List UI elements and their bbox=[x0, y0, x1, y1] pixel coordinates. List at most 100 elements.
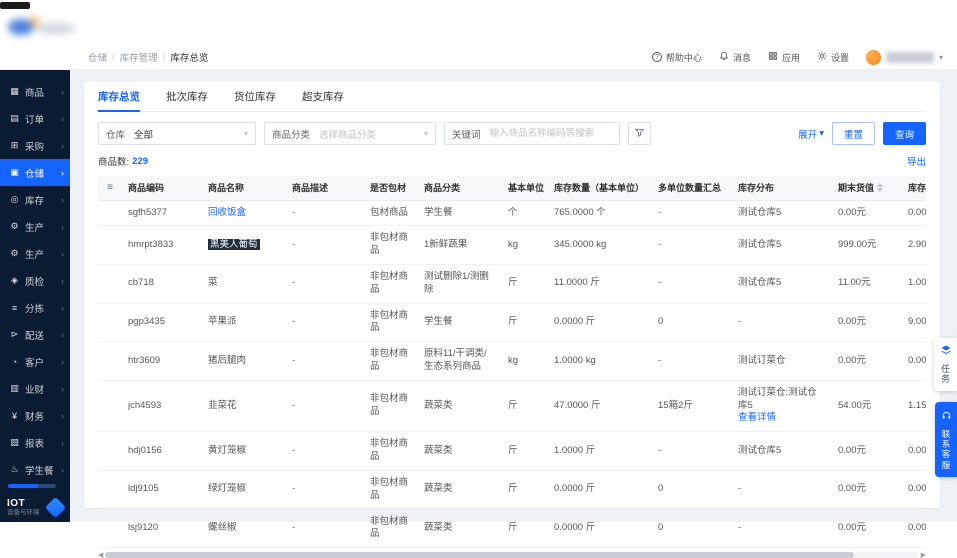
inventory-table: ≡ 商品编码 商品名称 商品描述 是否包材 商品分类 基本单位 库存数量（基本单位） 多单位数量… bbox=[98, 176, 926, 549]
tab-3[interactable]: 货位库存 bbox=[234, 82, 276, 111]
breadcrumb-item[interactable]: 库存管理 bbox=[120, 50, 158, 64]
settings-label: 设置 bbox=[830, 52, 849, 63]
cell-base-unit: 个 bbox=[502, 200, 548, 227]
table-row: sgfh5377 回收饭盒 - 包材商品 学生餐个 765.0000 个 - 测试仓库5 0.0… bbox=[98, 200, 926, 227]
goods-icon: ▦ bbox=[10, 86, 19, 96]
sidebar-item-finance[interactable]: ¥ 财务 › bbox=[0, 402, 70, 429]
reports-icon: ▧ bbox=[10, 437, 19, 447]
column-settings-icon[interactable]: ≡ bbox=[98, 176, 122, 201]
cell-distribution: 测试订菜仓 bbox=[732, 341, 832, 381]
cell-ending-value: 0.00元 bbox=[832, 470, 902, 510]
sidebar-item-orders[interactable]: ▤ 订单 › bbox=[0, 105, 70, 132]
cell-stock-qty: 47.0000 斤 bbox=[548, 380, 652, 433]
table-row: htr3609 猪后腿肉 - 非包材商品 原料11/干调类/生态系列商品 kg 1.0000… bbox=[98, 341, 926, 381]
chevron-right-icon: › bbox=[61, 221, 64, 232]
category-select[interactable]: 商品分类 选择商品分类 ▾ bbox=[264, 122, 436, 145]
student-meal-icon: ♨ bbox=[10, 464, 19, 474]
sidebar-item-sorting[interactable]: ≡ 分拣 › bbox=[0, 294, 70, 321]
sidebar-item-label: 分拣 bbox=[25, 303, 45, 315]
horizontal-scrollbar: ◀ ▶ bbox=[98, 550, 926, 558]
view-details-link[interactable]: 查看详情 bbox=[738, 412, 776, 423]
sidebar-item-goods[interactable]: ▦ 商品 › bbox=[0, 78, 70, 105]
settings-button[interactable]: 设置 bbox=[817, 51, 849, 64]
user-name-redacted bbox=[885, 51, 934, 63]
sidebar-scroll-indicator[interactable] bbox=[8, 484, 56, 488]
sidebar-item-label: 客户 bbox=[25, 357, 45, 369]
search-button[interactable]: 查询 bbox=[882, 122, 926, 145]
apps-button[interactable]: 应用 bbox=[768, 51, 800, 64]
inventory-table-wrap: ≡ 商品编码 商品名称 商品描述 是否包材 商品分类 基本单位 库存数量（基本单位） 多单位数量… bbox=[98, 176, 926, 549]
sorting-icon: ≡ bbox=[11, 302, 18, 313]
sidebar-item-production[interactable]: ⚙ 生产 › bbox=[0, 213, 70, 240]
cell-distribution: - bbox=[732, 303, 832, 343]
cell-category: 蔬菜类 bbox=[418, 470, 502, 510]
cell-product-code: htr3609 bbox=[122, 341, 202, 381]
expand-filters-link[interactable]: 展开 ▾ bbox=[798, 127, 824, 141]
help-center-button[interactable]: ? 帮助中心 bbox=[651, 51, 702, 64]
sidebar-item-inventory[interactable]: ◎ 库存 › bbox=[0, 186, 70, 213]
chevron-right-icon: › bbox=[61, 464, 64, 475]
biz-finance-icon: ▥ bbox=[10, 383, 19, 393]
sidebar-item-quality[interactable]: ◈ 质检 › bbox=[0, 267, 70, 294]
warehouse-value: 全部 bbox=[134, 129, 154, 141]
breadcrumb-item[interactable]: 仓储 bbox=[88, 50, 107, 64]
customer-icon: ◔ bbox=[11, 356, 18, 367]
cell-multi-unit-total: 0 bbox=[652, 470, 732, 510]
row-handle bbox=[98, 200, 122, 227]
messages-label: 消息 bbox=[732, 52, 751, 63]
scrollbar-thumb[interactable] bbox=[105, 552, 854, 558]
chevron-right-icon: › bbox=[61, 86, 64, 97]
column-header: 多单位数量汇总 bbox=[652, 176, 732, 201]
cell-base-unit: 斤 bbox=[502, 303, 548, 343]
table-row: hdj0156 黄灯笼椒 - 非包材商品 蔬菜类斤 1.0000 斤 - 测试仓库5 0.00元… bbox=[98, 431, 926, 471]
tab-1[interactable]: 库存总览 bbox=[98, 82, 140, 112]
cell-multi-unit-total: - bbox=[652, 431, 732, 471]
cell-base-unit: 斤 bbox=[502, 380, 548, 433]
chevron-right-icon: › bbox=[61, 248, 64, 259]
cell-product-name: 绿灯笼椒 bbox=[202, 470, 286, 510]
sidebar-item-student-meal[interactable]: ♨ 学生餐 › bbox=[0, 456, 70, 483]
bell-icon bbox=[719, 51, 729, 63]
reset-button[interactable]: 重置 bbox=[831, 122, 875, 145]
scroll-right-icon[interactable]: ▶ bbox=[921, 552, 926, 558]
cell-ending-value: 11.00元 bbox=[832, 264, 902, 304]
tab-2[interactable]: 批次库存 bbox=[166, 82, 208, 111]
column-header[interactable]: 期末货值 bbox=[832, 176, 902, 201]
task-floating-button[interactable]: 任务 bbox=[934, 338, 957, 391]
cell-ending-value: 0.00元 bbox=[832, 341, 902, 381]
tab-4[interactable]: 超支库存 bbox=[302, 82, 344, 111]
keyword-field[interactable]: 关键词 bbox=[444, 122, 620, 145]
scroll-left-icon[interactable]: ◀ bbox=[98, 552, 103, 558]
export-link[interactable]: 导出 bbox=[907, 154, 926, 168]
cell-multi-unit-total: - bbox=[652, 225, 732, 265]
scrollbar-track[interactable] bbox=[105, 552, 919, 558]
cell-distribution: - bbox=[732, 509, 832, 549]
user-menu[interactable]: ▾ bbox=[865, 49, 943, 65]
cell-multi-unit-total: - bbox=[652, 341, 732, 381]
sidebar-item-label: 仓储 bbox=[25, 168, 45, 180]
cell-ending-value: 54.00元 bbox=[832, 380, 902, 433]
sidebar-item-customer[interactable]: ◔ 客户 › bbox=[0, 348, 70, 375]
cell-product-name[interactable]: 回收饭盒 bbox=[202, 200, 286, 227]
sidebar-item-purchase[interactable]: ⊞ 采购 › bbox=[0, 132, 70, 159]
iot-branding[interactable]: IOT 设备与环境 bbox=[0, 492, 70, 522]
cell-multi-unit-total: 0 bbox=[652, 303, 732, 343]
keyword-input[interactable] bbox=[489, 128, 612, 139]
sidebar-item-warehouse[interactable]: ▣ 仓储 › bbox=[0, 159, 70, 186]
contact-support-floating-button[interactable]: 联系客服 bbox=[935, 402, 957, 477]
iot-logo-icon bbox=[44, 496, 67, 518]
cell-distribution: - bbox=[732, 470, 832, 510]
row-handle bbox=[98, 303, 122, 343]
messages-button[interactable]: 消息 bbox=[719, 51, 751, 64]
sort-icon[interactable] bbox=[877, 183, 884, 193]
cell-product-name: 螺丝椒 bbox=[202, 509, 286, 549]
sidebar-item-delivery[interactable]: ⊳ 配送 › bbox=[0, 321, 70, 348]
chevron-down-icon: ▾ bbox=[819, 128, 824, 139]
filter-funnel-button[interactable] bbox=[628, 122, 651, 145]
sidebar-item-reports[interactable]: ▧ 报表 › bbox=[0, 429, 70, 456]
sidebar-item-biz-finance[interactable]: ▥ 业财 › bbox=[0, 375, 70, 402]
sidebar-item-production-2[interactable]: ⚙ 生产 › bbox=[0, 240, 70, 267]
column-header: 库存数量（基本单位） bbox=[548, 176, 652, 201]
warehouse-select[interactable]: 仓库 全部 ▾ bbox=[98, 122, 256, 145]
row-handle bbox=[98, 264, 122, 304]
